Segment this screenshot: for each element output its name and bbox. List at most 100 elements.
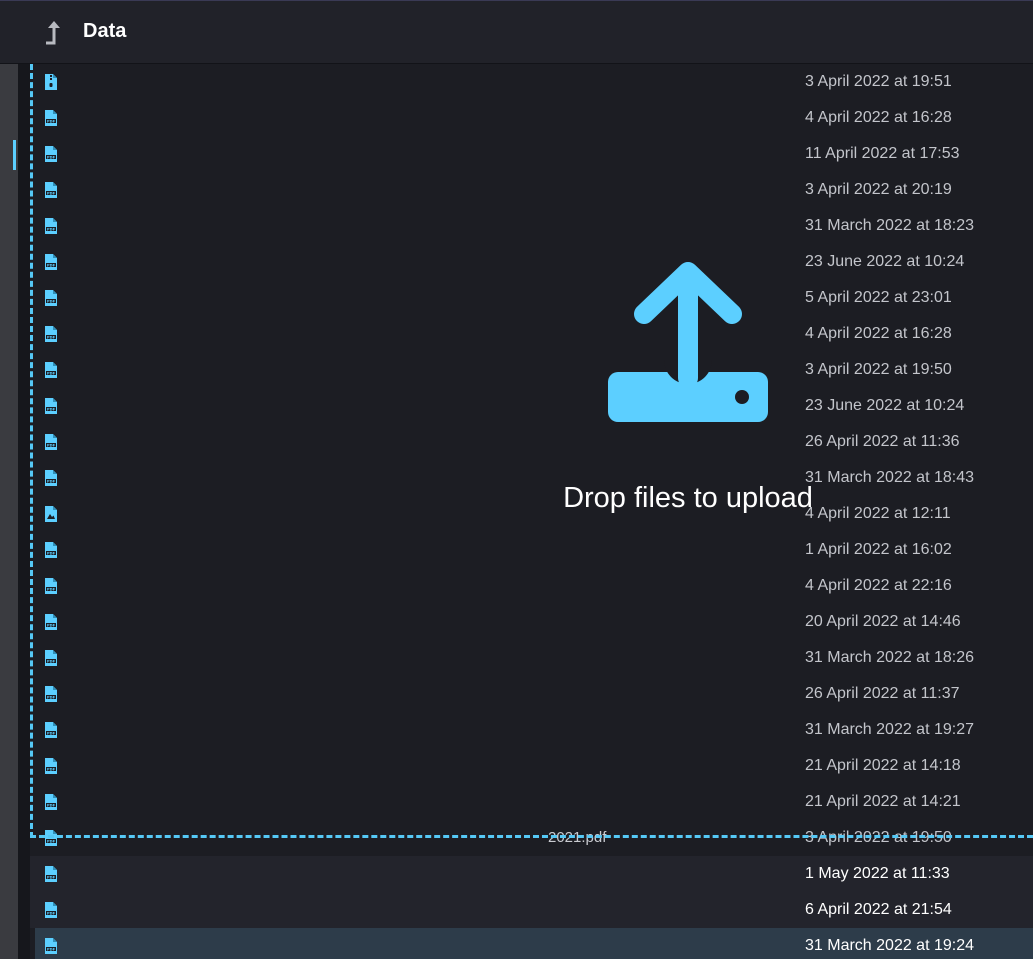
pdf-file-icon: PDF	[45, 398, 57, 414]
file-modified-date: 31 March 2022 at 18:26	[805, 649, 975, 666]
pdf-file-icon: PDF	[45, 434, 57, 450]
archive-file-icon	[45, 74, 57, 90]
pdf-file-icon: PDF	[45, 650, 57, 666]
file-row[interactable]: PDF 26 April 2022 at 11:37	[30, 676, 1033, 712]
file-row[interactable]: PDF 1 April 2022 at 16:02	[30, 532, 1033, 568]
drop-overlay: Drop files to upload	[548, 258, 828, 528]
pdf-file-icon: PDF	[45, 110, 57, 126]
image-file-icon	[45, 506, 57, 522]
upload-icon	[608, 262, 768, 422]
file-modified-date: 31 March 2022 at 19:24	[805, 937, 975, 954]
file-modified-date: 23 June 2022 at 10:24	[805, 397, 965, 414]
svg-text:PDF: PDF	[47, 119, 56, 123]
pdf-file-icon: PDF	[45, 830, 57, 846]
svg-text:PDF: PDF	[47, 587, 56, 591]
file-row[interactable]: PDF 4 April 2022 at 16:28	[30, 100, 1033, 136]
svg-text:PDF: PDF	[47, 659, 56, 663]
file-row[interactable]: PDF 1 May 2022 at 11:33	[30, 856, 1033, 892]
page-title: Data	[83, 20, 127, 42]
pdf-file-icon: PDF	[45, 794, 57, 810]
svg-text:PDF: PDF	[47, 335, 56, 339]
pdf-file-icon: PDF	[45, 686, 57, 702]
file-row[interactable]: 4 April 2022 at 12:11	[30, 496, 1033, 532]
svg-text:PDF: PDF	[47, 443, 56, 447]
file-row[interactable]: PDF 2021.pdf 3 April 2022 at 19:50	[30, 820, 1033, 856]
file-modified-date: 1 May 2022 at 11:33	[805, 865, 950, 882]
file-row[interactable]: PDF 3 April 2022 at 20:19	[30, 172, 1033, 208]
file-row[interactable]: 3 April 2022 at 19:51	[30, 64, 1033, 100]
svg-text:PDF: PDF	[47, 731, 56, 735]
pdf-file-icon: PDF	[45, 542, 57, 558]
file-row[interactable]: PDF 23 June 2022 at 10:24	[30, 388, 1033, 424]
svg-text:PDF: PDF	[47, 263, 56, 267]
svg-text:PDF: PDF	[47, 695, 56, 699]
pdf-file-icon: PDF	[45, 470, 57, 486]
file-row[interactable]: PDF 4 April 2022 at 16:28	[30, 316, 1033, 352]
pdf-file-icon: PDF	[45, 146, 57, 162]
file-modified-date: 26 April 2022 at 11:37	[805, 685, 960, 702]
svg-text:PDF: PDF	[47, 299, 56, 303]
svg-text:PDF: PDF	[47, 551, 56, 555]
svg-text:PDF: PDF	[47, 947, 56, 951]
file-row[interactable]: PDF 21 April 2022 at 14:18	[30, 748, 1033, 784]
svg-text:PDF: PDF	[47, 407, 56, 411]
file-row[interactable]: PDF 26 April 2022 at 11:36	[30, 424, 1033, 460]
file-row[interactable]: PDF 11 April 2022 at 17:53	[30, 136, 1033, 172]
pdf-file-icon: PDF	[45, 758, 57, 774]
drop-files-message: Drop files to upload	[563, 482, 813, 514]
toolbar: Data	[0, 0, 1033, 64]
pdf-file-icon: PDF	[45, 938, 57, 954]
file-row[interactable]: PDF 31 March 2022 at 19:27	[30, 712, 1033, 748]
svg-text:PDF: PDF	[47, 803, 56, 807]
pdf-file-icon: PDF	[45, 866, 57, 882]
file-modified-date: 3 April 2022 at 20:19	[805, 181, 952, 198]
file-modified-date: 31 March 2022 at 18:23	[805, 217, 975, 234]
svg-text:PDF: PDF	[47, 227, 56, 231]
sidebar-rail	[0, 64, 18, 959]
svg-text:PDF: PDF	[47, 623, 56, 627]
svg-text:PDF: PDF	[47, 875, 56, 879]
file-modified-date: 3 April 2022 at 19:50	[805, 829, 952, 846]
pdf-file-icon: PDF	[45, 578, 57, 594]
file-modified-date: 4 April 2022 at 22:16	[805, 577, 952, 594]
pdf-file-icon: PDF	[45, 290, 57, 306]
file-row[interactable]: PDF 31 March 2022 at 19:24	[35, 928, 1033, 959]
file-modified-date: 31 March 2022 at 18:43	[805, 469, 975, 486]
pdf-file-icon: PDF	[45, 182, 57, 198]
file-modified-date: 21 April 2022 at 14:18	[805, 757, 961, 774]
pdf-file-icon: PDF	[45, 362, 57, 378]
pdf-file-icon: PDF	[45, 218, 57, 234]
svg-text:PDF: PDF	[47, 155, 56, 159]
file-row[interactable]: PDF 31 March 2022 at 18:23	[30, 208, 1033, 244]
file-row[interactable]: PDF 4 April 2022 at 22:16	[30, 568, 1033, 604]
pdf-file-icon: PDF	[45, 902, 57, 918]
file-row[interactable]: PDF 6 April 2022 at 21:54	[30, 892, 1033, 928]
file-modified-date: 3 April 2022 at 19:51	[805, 73, 952, 90]
folder-up-icon[interactable]	[42, 18, 66, 48]
file-row[interactable]: PDF 21 April 2022 at 14:21	[30, 784, 1033, 820]
svg-text:PDF: PDF	[47, 371, 56, 375]
svg-text:PDF: PDF	[47, 767, 56, 771]
pdf-file-icon: PDF	[45, 254, 57, 270]
file-modified-date: 26 April 2022 at 11:36	[805, 433, 960, 450]
file-modified-date: 23 June 2022 at 10:24	[805, 253, 965, 270]
file-row[interactable]: PDF 3 April 2022 at 19:50	[30, 352, 1033, 388]
file-modified-date: 4 April 2022 at 16:28	[805, 109, 952, 126]
sidebar-divider	[18, 64, 30, 959]
file-name: 2021.pdf	[548, 829, 607, 846]
file-row[interactable]: PDF 20 April 2022 at 14:46	[30, 604, 1033, 640]
file-modified-date: 6 April 2022 at 21:54	[805, 901, 952, 918]
file-row[interactable]: PDF 31 March 2022 at 18:43	[30, 460, 1033, 496]
file-row[interactable]: PDF 31 March 2022 at 18:26	[30, 640, 1033, 676]
file-modified-date: 20 April 2022 at 14:46	[805, 613, 961, 630]
pdf-file-icon: PDF	[45, 722, 57, 738]
file-row[interactable]: PDF 23 June 2022 at 10:24	[30, 244, 1033, 280]
svg-text:PDF: PDF	[47, 839, 56, 843]
svg-text:PDF: PDF	[47, 191, 56, 195]
file-modified-date: 1 April 2022 at 16:02	[805, 541, 952, 558]
file-modified-date: 31 March 2022 at 19:27	[805, 721, 975, 738]
svg-text:PDF: PDF	[47, 911, 56, 915]
file-modified-date: 11 April 2022 at 17:53	[805, 145, 960, 162]
pdf-file-icon: PDF	[45, 326, 57, 342]
file-row[interactable]: PDF 5 April 2022 at 23:01	[30, 280, 1033, 316]
